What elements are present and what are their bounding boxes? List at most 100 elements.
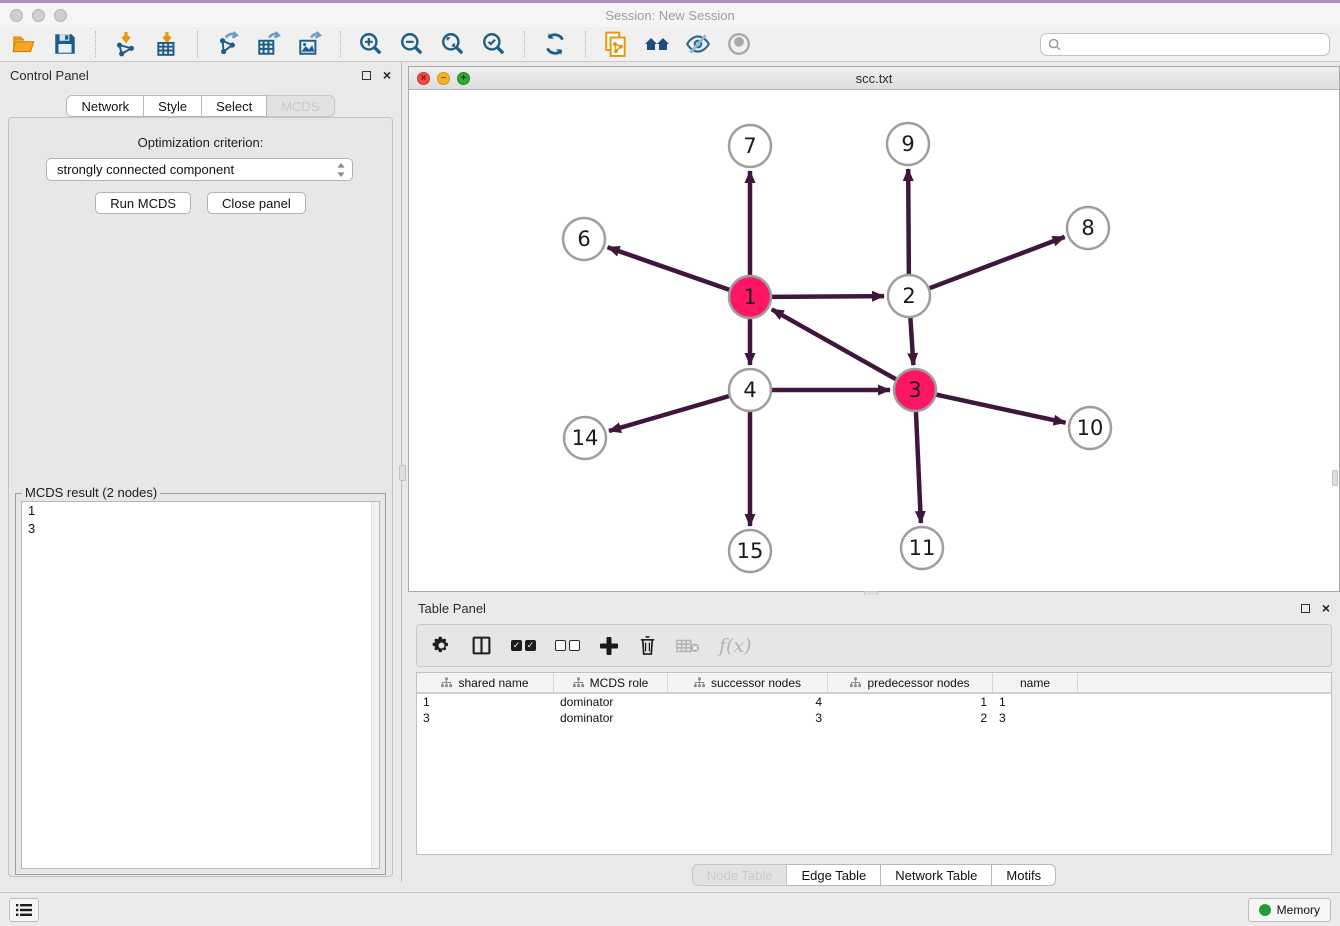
column-tree-icon bbox=[694, 677, 705, 688]
search-field[interactable] bbox=[1040, 33, 1330, 56]
settings-gear-icon[interactable] bbox=[431, 635, 452, 656]
function-builder-icon[interactable]: f(x) bbox=[719, 635, 752, 657]
delete-table-icon[interactable] bbox=[676, 637, 700, 655]
tab-mcds[interactable]: MCDS bbox=[267, 95, 334, 117]
scrollbar-track[interactable] bbox=[371, 502, 379, 868]
tab-edge-table[interactable]: Edge Table bbox=[787, 864, 881, 886]
zoom-window-button[interactable] bbox=[54, 9, 67, 22]
memory-button[interactable]: Memory bbox=[1248, 898, 1331, 922]
float-panel-icon[interactable] bbox=[1301, 604, 1310, 613]
table-row[interactable]: 1dominator411 bbox=[417, 694, 1331, 710]
delete-column-icon[interactable] bbox=[638, 635, 657, 656]
first-neighbors-icon[interactable] bbox=[643, 30, 671, 58]
graph-node-14[interactable]: 14 bbox=[564, 417, 606, 459]
mcds-result-item[interactable]: 3 bbox=[22, 520, 379, 538]
minimize-window-button[interactable] bbox=[32, 9, 45, 22]
search-input[interactable] bbox=[1066, 37, 1322, 51]
table-header-row: shared nameMCDS rolesuccessor nodesprede… bbox=[417, 673, 1331, 694]
tab-network-table[interactable]: Network Table bbox=[881, 864, 992, 886]
table-row[interactable]: 3dominator323 bbox=[417, 710, 1331, 726]
table-cell: 3 bbox=[417, 710, 554, 726]
table-cell: dominator bbox=[554, 694, 668, 710]
export-image-icon[interactable] bbox=[296, 30, 324, 58]
table-body: 1dominator4113dominator323 bbox=[417, 694, 1331, 726]
select-all-columns-icon[interactable]: ✓✓ bbox=[511, 640, 536, 651]
tab-node-table[interactable]: Node Table bbox=[692, 864, 788, 886]
graph-node-3[interactable]: 3 bbox=[894, 369, 936, 411]
zoom-selected-icon[interactable] bbox=[480, 30, 508, 58]
table-cell: 3 bbox=[993, 710, 1078, 726]
network-canvas[interactable]: 7 9 6 8 1 2 4 3 14 10 15 11 bbox=[409, 90, 1339, 591]
table-cell: 1 bbox=[417, 694, 554, 710]
copy-network-icon[interactable] bbox=[602, 30, 630, 58]
import-table-icon[interactable] bbox=[153, 30, 181, 58]
graph-edge-3-11[interactable] bbox=[916, 412, 921, 523]
graph-edge-3-10[interactable] bbox=[936, 395, 1065, 423]
graph-edge-1-2[interactable] bbox=[772, 296, 884, 297]
graph-node-10[interactable]: 10 bbox=[1069, 407, 1111, 449]
export-network-icon[interactable] bbox=[214, 30, 242, 58]
optimization-criterion-select[interactable]: strongly connected component bbox=[46, 158, 353, 181]
graph-node-label: 1 bbox=[743, 285, 756, 309]
close-panel-icon[interactable]: × bbox=[1322, 601, 1330, 615]
graph-edge-1-6[interactable] bbox=[608, 247, 730, 289]
graph-edge-2-8[interactable] bbox=[930, 237, 1065, 288]
deselect-all-columns-icon[interactable] bbox=[555, 640, 580, 651]
refresh-view-icon[interactable] bbox=[541, 30, 569, 58]
column-header-MCDS-role[interactable]: MCDS role bbox=[554, 673, 668, 692]
import-network-icon[interactable] bbox=[112, 30, 140, 58]
graph-node-15[interactable]: 15 bbox=[729, 530, 771, 572]
close-window-button[interactable] bbox=[10, 9, 23, 22]
maximize-network-button[interactable]: + bbox=[457, 72, 470, 85]
graph-node-4[interactable]: 4 bbox=[729, 369, 771, 411]
hide-selected-icon[interactable] bbox=[684, 30, 712, 58]
graph-node-label: 11 bbox=[909, 536, 936, 560]
tab-style[interactable]: Style bbox=[144, 95, 202, 117]
graph-node-11[interactable]: 11 bbox=[901, 527, 943, 569]
mcds-result-item[interactable]: 1 bbox=[22, 502, 379, 520]
save-session-icon[interactable] bbox=[51, 30, 79, 58]
tab-motifs[interactable]: Motifs bbox=[992, 864, 1056, 886]
export-table-icon[interactable] bbox=[255, 30, 283, 58]
graph-edge-2-3[interactable] bbox=[910, 318, 913, 365]
column-chooser-icon[interactable] bbox=[471, 635, 492, 656]
graph-edge-2-9[interactable] bbox=[908, 169, 909, 274]
graph-node-9[interactable]: 9 bbox=[887, 123, 929, 165]
graph-node-6[interactable]: 6 bbox=[563, 218, 605, 260]
column-header-predecessor-nodes[interactable]: predecessor nodes bbox=[828, 673, 993, 692]
graph-node-2[interactable]: 2 bbox=[888, 275, 930, 317]
graph-node-8[interactable]: 8 bbox=[1067, 207, 1109, 249]
graph-node-1[interactable]: 1 bbox=[729, 276, 771, 318]
close-network-button[interactable]: × bbox=[417, 72, 430, 85]
table-toolbar: ✓✓ f(x) bbox=[416, 624, 1332, 667]
zoom-in-icon[interactable] bbox=[357, 30, 385, 58]
app-traffic-lights[interactable] bbox=[10, 9, 67, 22]
column-header-name[interactable]: name bbox=[993, 673, 1078, 692]
mcds-result-list[interactable]: 13 bbox=[21, 501, 380, 869]
task-history-button[interactable] bbox=[9, 898, 39, 922]
column-header-successor-nodes[interactable]: successor nodes bbox=[668, 673, 828, 692]
graph-edge-4-14[interactable] bbox=[609, 396, 729, 431]
graph-edge-3-1[interactable] bbox=[772, 309, 896, 379]
network-graph[interactable]: 7 9 6 8 1 2 4 3 14 10 15 11 bbox=[409, 90, 1339, 591]
control-panel: Control Panel × Network Style Select MCD… bbox=[0, 62, 402, 882]
close-panel-button[interactable]: Close panel bbox=[207, 192, 306, 214]
zoom-out-icon[interactable] bbox=[398, 30, 426, 58]
toolbar-separator bbox=[95, 31, 96, 57]
open-file-icon[interactable] bbox=[10, 30, 38, 58]
table-panel: Table Panel × ✓✓ bbox=[408, 595, 1340, 888]
float-panel-icon[interactable] bbox=[362, 71, 371, 80]
show-all-icon[interactable] bbox=[725, 30, 753, 58]
minimize-network-button[interactable]: − bbox=[437, 72, 450, 85]
network-window-titlebar[interactable]: × − + scc.txt bbox=[409, 67, 1339, 90]
close-panel-icon[interactable]: × bbox=[383, 68, 391, 82]
split-handle-right[interactable] bbox=[1332, 470, 1338, 486]
add-column-icon[interactable] bbox=[599, 636, 619, 656]
zoom-fit-icon[interactable] bbox=[439, 30, 467, 58]
graph-node-7[interactable]: 7 bbox=[729, 125, 771, 167]
run-mcds-button[interactable]: Run MCDS bbox=[95, 192, 191, 214]
tab-select[interactable]: Select bbox=[202, 95, 267, 117]
tab-network[interactable]: Network bbox=[66, 95, 144, 117]
column-header-shared-name[interactable]: shared name bbox=[417, 673, 554, 692]
split-handle-vertical[interactable] bbox=[399, 465, 406, 481]
